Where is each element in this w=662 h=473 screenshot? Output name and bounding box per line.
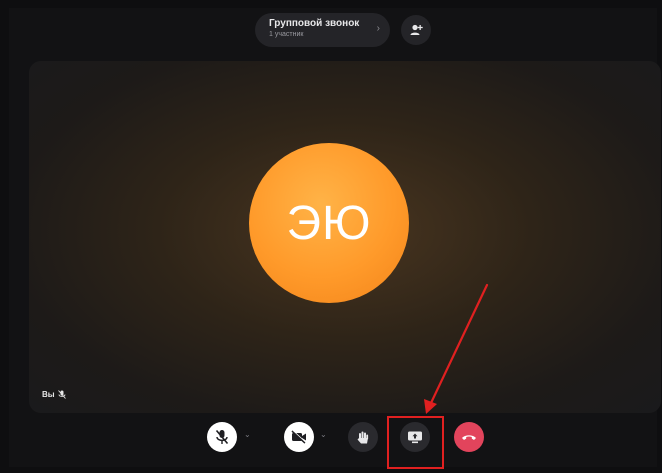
chevron-right-icon: › xyxy=(376,23,380,34)
mic-off-icon xyxy=(57,390,66,399)
add-user-icon xyxy=(410,24,423,35)
self-label: Вы xyxy=(42,390,66,399)
call-title: Групповой звонок xyxy=(269,18,360,29)
end-call-button[interactable] xyxy=(454,422,484,452)
add-participant-button[interactable] xyxy=(401,15,431,45)
participant-count: 1 участник xyxy=(269,31,304,38)
self-name: Вы xyxy=(42,390,55,399)
mic-off-icon xyxy=(215,429,229,445)
mic-options-chevron-icon[interactable]: ⌄ xyxy=(244,430,251,439)
camera-toggle-button[interactable] xyxy=(284,422,314,452)
camera-off-icon xyxy=(291,430,307,444)
hand-icon xyxy=(357,431,369,443)
annotation-highlight-box xyxy=(387,416,444,469)
microphone-toggle-button[interactable] xyxy=(207,422,237,452)
raise-hand-button[interactable] xyxy=(348,422,378,452)
hang-up-icon xyxy=(462,435,476,440)
avatar: ЭЮ xyxy=(249,143,409,303)
camera-options-chevron-icon[interactable]: ⌄ xyxy=(320,430,327,439)
avatar-initials: ЭЮ xyxy=(286,196,372,250)
call-info-pill[interactable]: Групповой звонок 1 участник › xyxy=(255,13,390,47)
